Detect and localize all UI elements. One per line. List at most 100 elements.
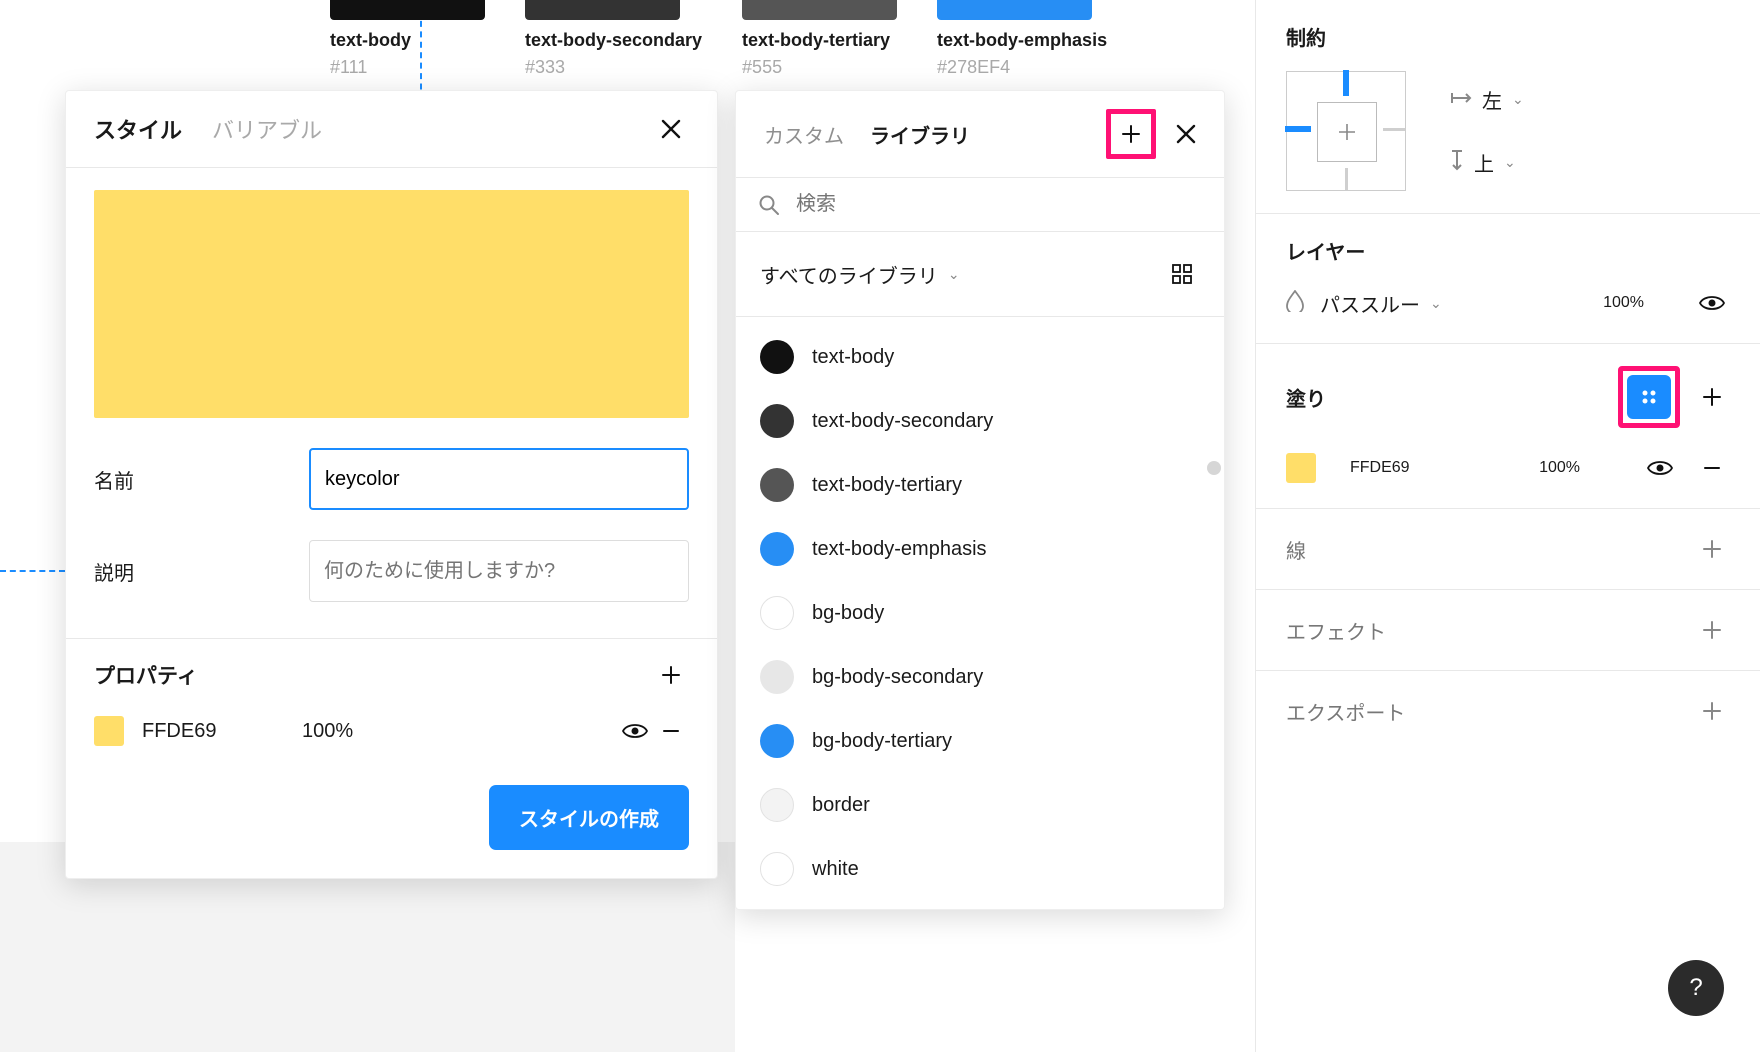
constraint-h-value: 左: [1482, 85, 1502, 114]
add-fill-icon[interactable]: [1694, 379, 1730, 415]
library-filter-dropdown[interactable]: すべてのライブラリ ⌄: [760, 260, 960, 289]
swatch-hex: #278EF4: [937, 57, 1010, 78]
create-style-modal: スタイル バリアブル 名前 説明 プロパティ FFDE69 100% スタイルの…: [65, 90, 718, 879]
library-list: text-body text-body-secondary text-body-te…: [736, 317, 1224, 909]
color-dot: [760, 404, 794, 438]
swatch-color: [525, 0, 680, 20]
stroke-section[interactable]: 線: [1256, 509, 1760, 590]
scrollbar-thumb[interactable]: [1207, 461, 1221, 475]
visibility-icon[interactable]: [1642, 450, 1678, 486]
add-stroke-icon[interactable]: [1694, 531, 1730, 567]
color-dot: [760, 532, 794, 566]
color-dot: [760, 468, 794, 502]
library-item[interactable]: text-body: [736, 325, 1224, 389]
modal-header: スタイル バリアブル: [66, 91, 717, 168]
constraint-vertical-dropdown[interactable]: 上 ⌄: [1450, 148, 1524, 177]
smart-guide-horizontal: [0, 570, 65, 572]
color-dot: [760, 596, 794, 630]
library-item-label: bg-body-secondary: [812, 666, 983, 689]
swatch-name: text-body-emphasis: [937, 30, 1107, 51]
swatch-color: [937, 0, 1092, 20]
help-button[interactable]: ?: [1668, 960, 1724, 1016]
export-section[interactable]: エクスポート: [1256, 671, 1760, 751]
tab-custom[interactable]: カスタム: [764, 120, 844, 149]
horizontal-icon: [1450, 88, 1472, 111]
remove-icon[interactable]: [1694, 450, 1730, 486]
library-item[interactable]: bg-body: [736, 581, 1224, 645]
add-property-icon[interactable]: [653, 657, 689, 693]
constraint-horizontal-dropdown[interactable]: 左 ⌄: [1450, 85, 1524, 114]
layer-opacity-value[interactable]: 100%: [1603, 294, 1644, 312]
layer-title: レイヤー: [1286, 236, 1730, 265]
swatch-hex: #111: [330, 57, 367, 78]
library-item-label: text-body: [812, 346, 894, 369]
color-dot: [760, 724, 794, 758]
remove-icon[interactable]: [653, 713, 689, 749]
add-style-icon[interactable]: [1113, 116, 1149, 152]
constraints-widget[interactable]: [1286, 71, 1406, 191]
library-item[interactable]: bg-body-tertiary: [736, 709, 1224, 773]
library-item-label: text-body-secondary: [812, 410, 993, 433]
color-swatch[interactable]: text-body-emphasis #278EF4: [937, 0, 1107, 78]
library-item[interactable]: text-body-emphasis: [736, 517, 1224, 581]
library-item-label: text-body-tertiary: [812, 474, 962, 497]
description-input[interactable]: [309, 540, 689, 602]
library-item-label: bg-body-tertiary: [812, 730, 952, 753]
fill-opacity[interactable]: 100%: [1539, 459, 1580, 477]
color-swatch[interactable]: text-body#111: [330, 0, 485, 78]
color-dot: [760, 660, 794, 694]
create-style-button[interactable]: スタイルの作成: [489, 785, 689, 850]
inspector-panel: 制約 左 ⌄ 上 ⌄: [1255, 0, 1760, 1052]
close-icon[interactable]: [653, 111, 689, 147]
effects-title: エフェクト: [1286, 616, 1386, 645]
library-item-label: bg-body: [812, 602, 884, 625]
constraint-bottom-indicator: [1345, 168, 1348, 190]
tab-style[interactable]: スタイル: [94, 113, 182, 145]
color-swatch[interactable]: text-body-secondary#333: [525, 0, 702, 78]
color-chip: [94, 716, 124, 746]
fill-hex: FFDE69: [1350, 459, 1410, 477]
library-modal: カスタム ライブラリ すべてのライブラリ ⌄ text-bodytext-bod…: [735, 90, 1225, 910]
constraints-section: 制約 左 ⌄ 上 ⌄: [1256, 0, 1760, 214]
tab-variable[interactable]: バリアブル: [212, 113, 322, 145]
library-search-row: [736, 178, 1224, 232]
search-input[interactable]: [794, 192, 1202, 217]
library-item[interactable]: text-body-secondary: [736, 389, 1224, 453]
tab-library[interactable]: ライブラリ: [870, 120, 970, 149]
styles-button[interactable]: [1627, 375, 1671, 419]
library-item[interactable]: border: [736, 773, 1224, 837]
color-opacity: 100%: [302, 720, 422, 743]
layer-section: レイヤー パススルー ⌄ 100%: [1256, 214, 1760, 344]
color-swatch[interactable]: text-body-tertiary#555: [742, 0, 897, 78]
add-export-icon[interactable]: [1694, 693, 1730, 729]
fill-title: 塗り: [1286, 383, 1326, 412]
constraints-title: 制約: [1286, 22, 1730, 51]
color-preview: [94, 190, 689, 418]
property-row[interactable]: FFDE69 100%: [66, 693, 717, 749]
color-hex: FFDE69: [142, 720, 302, 743]
blend-mode-dropdown[interactable]: パススルー ⌄: [1320, 289, 1442, 318]
grid-view-icon[interactable]: [1164, 256, 1200, 292]
add-highlight: [1106, 109, 1156, 159]
library-item-label: border: [812, 794, 870, 817]
constraints-center: [1317, 102, 1377, 162]
library-header: カスタム ライブラリ: [736, 91, 1224, 178]
library-item[interactable]: white: [736, 837, 1224, 901]
swatch-name: text-body-tertiary: [742, 30, 890, 51]
color-dot: [760, 852, 794, 886]
visibility-icon[interactable]: [1694, 285, 1730, 321]
blend-drop-icon: [1286, 290, 1304, 317]
fill-section: 塗り FFDE69 100%: [1256, 344, 1760, 509]
close-icon[interactable]: [1168, 116, 1204, 152]
fill-row[interactable]: FFDE69 100%: [1286, 450, 1730, 486]
name-input[interactable]: [309, 448, 689, 510]
stroke-title: 線: [1286, 535, 1306, 564]
visibility-icon[interactable]: [617, 713, 653, 749]
add-effect-icon[interactable]: [1694, 612, 1730, 648]
chevron-down-icon: ⌄: [1512, 91, 1524, 108]
library-item[interactable]: text-body-tertiary: [736, 453, 1224, 517]
library-item-label: white: [812, 858, 859, 881]
effects-section[interactable]: エフェクト: [1256, 590, 1760, 671]
swatch-color: [330, 0, 485, 20]
library-item[interactable]: bg-body-secondary: [736, 645, 1224, 709]
